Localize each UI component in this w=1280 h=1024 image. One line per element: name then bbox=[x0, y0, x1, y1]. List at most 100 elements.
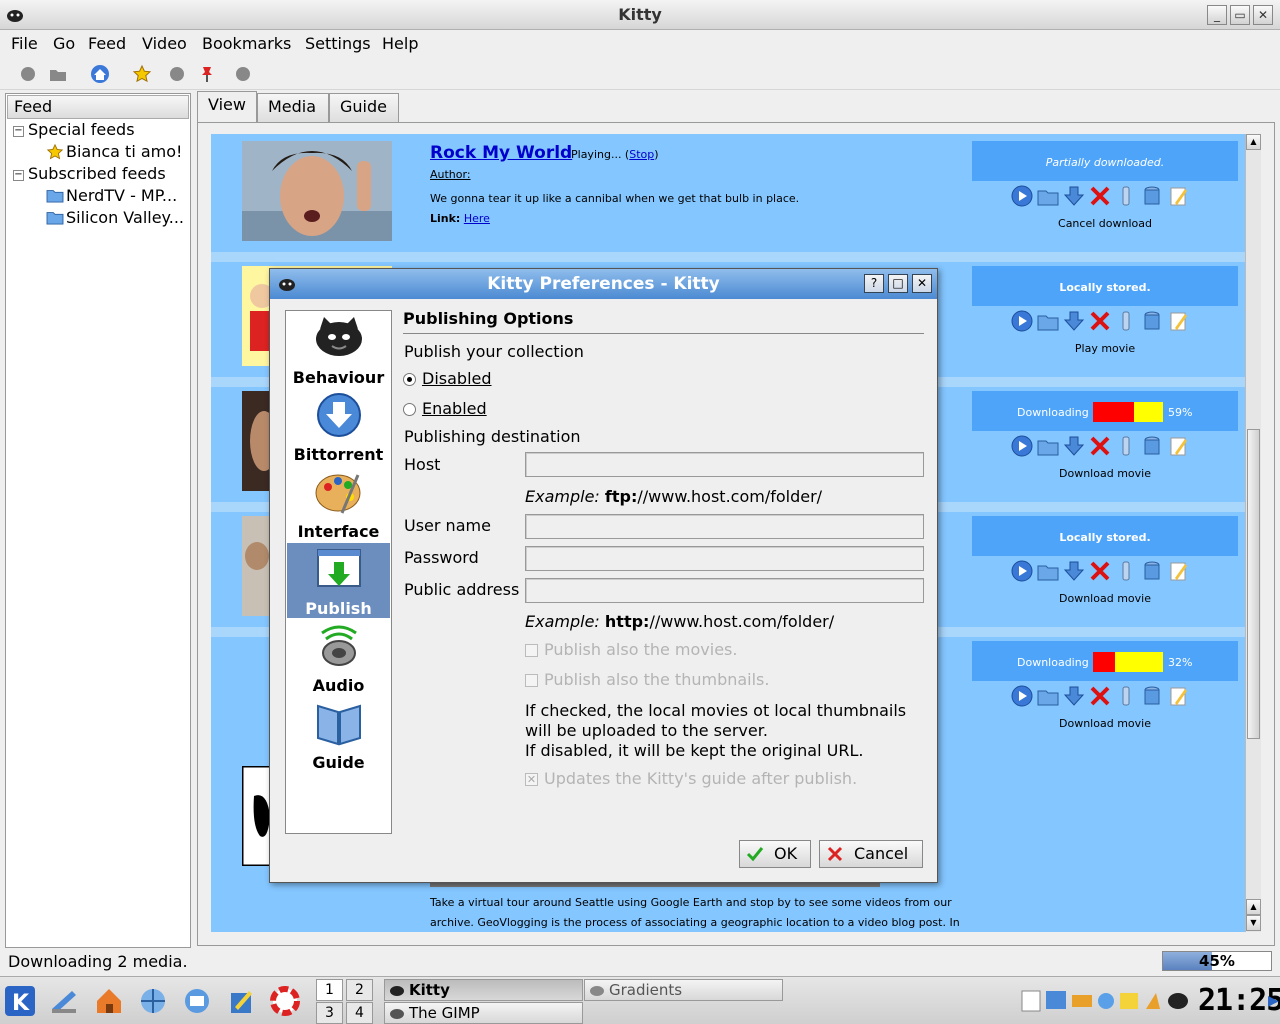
download-movie-label[interactable]: Download movie bbox=[972, 467, 1238, 480]
scroll-up-button[interactable]: ▲ bbox=[1246, 134, 1261, 150]
scroll-up-button[interactable]: ▲ bbox=[1246, 899, 1261, 915]
task-the-gimp[interactable]: The GIMP bbox=[384, 1002, 583, 1024]
open-folder-icon[interactable] bbox=[1037, 435, 1059, 457]
settings-icon[interactable] bbox=[233, 64, 253, 84]
desktop-pager-4[interactable]: 4 bbox=[346, 1002, 373, 1024]
menu-feed[interactable]: Feed bbox=[88, 34, 126, 53]
tree-bianca-ti-amo[interactable]: Bianca ti amo! bbox=[66, 142, 182, 161]
delete-icon[interactable] bbox=[1089, 560, 1111, 582]
edit-icon[interactable] bbox=[1167, 560, 1189, 582]
minimize-button[interactable]: _ bbox=[1207, 5, 1227, 25]
menu-help[interactable]: Help bbox=[382, 34, 418, 53]
maximize-button[interactable]: □ bbox=[888, 274, 908, 293]
password-input[interactable] bbox=[525, 546, 924, 571]
scroll-down-button[interactable]: ▼ bbox=[1246, 915, 1261, 931]
info-icon[interactable] bbox=[1115, 685, 1137, 707]
update-guide-label[interactable]: Updates the Kitty's guide after publish. bbox=[544, 769, 857, 788]
download-icon[interactable] bbox=[1063, 310, 1085, 332]
download-icon[interactable] bbox=[1063, 435, 1085, 457]
disabled-label[interactable]: Disabled bbox=[422, 369, 492, 388]
menu-file[interactable]: File bbox=[11, 34, 38, 53]
pin-icon[interactable] bbox=[197, 64, 217, 84]
task-kitty[interactable]: Kitty bbox=[384, 979, 583, 1001]
editor-icon[interactable] bbox=[225, 985, 257, 1017]
menu-video[interactable]: Video bbox=[142, 34, 187, 53]
play-icon[interactable] bbox=[1011, 310, 1033, 332]
database-icon[interactable] bbox=[1141, 560, 1163, 582]
ok-button[interactable]: OK bbox=[739, 840, 811, 868]
enabled-label[interactable]: Enabled bbox=[422, 399, 487, 418]
database-icon[interactable] bbox=[1141, 185, 1163, 207]
publish-thumbnails-label[interactable]: Publish also the thumbnails. bbox=[544, 670, 769, 689]
folder-icon[interactable] bbox=[48, 64, 68, 84]
open-folder-icon[interactable] bbox=[1037, 560, 1059, 582]
cancel-button[interactable]: Cancel bbox=[819, 840, 923, 868]
bookmark-star-icon[interactable] bbox=[132, 64, 152, 84]
collapse-icon[interactable]: − bbox=[13, 170, 24, 181]
tree-nerdtv[interactable]: NerdTV - MP... bbox=[66, 186, 177, 205]
collapse-icon[interactable]: − bbox=[13, 126, 24, 137]
delete-icon[interactable] bbox=[1089, 185, 1111, 207]
system-tray-icons[interactable] bbox=[1018, 987, 1194, 1015]
tab-view[interactable]: View bbox=[197, 91, 257, 123]
download-icon[interactable] bbox=[1063, 560, 1085, 582]
update-guide-checkbox[interactable]: ✕ bbox=[525, 773, 538, 786]
delete-icon[interactable] bbox=[1089, 435, 1111, 457]
close-button[interactable]: ✕ bbox=[912, 274, 932, 293]
public-address-input[interactable] bbox=[525, 578, 924, 603]
browser-icon[interactable] bbox=[137, 985, 169, 1017]
desktop-pager-1[interactable]: 1 bbox=[316, 979, 343, 1001]
help-button[interactable]: ? bbox=[864, 274, 884, 293]
host-input[interactable] bbox=[525, 452, 924, 477]
open-folder-icon[interactable] bbox=[1037, 185, 1059, 207]
tree-silicon-valley[interactable]: Silicon Valley... bbox=[66, 208, 184, 227]
play-icon[interactable] bbox=[1011, 685, 1033, 707]
maximize-button[interactable]: ▭ bbox=[1230, 5, 1250, 25]
disabled-radio[interactable] bbox=[403, 373, 416, 386]
task-gradients[interactable]: Gradients bbox=[584, 979, 783, 1001]
item-title-link[interactable]: Rock My World bbox=[430, 143, 572, 163]
info-icon[interactable] bbox=[1115, 560, 1137, 582]
dialog-titlebar[interactable]: Kitty Preferences - Kitty ? □ ✕ bbox=[270, 269, 937, 299]
category-interface[interactable]: Interface bbox=[287, 466, 390, 541]
database-icon[interactable] bbox=[1141, 685, 1163, 707]
edit-icon[interactable] bbox=[1167, 185, 1189, 207]
info-icon[interactable] bbox=[1115, 435, 1137, 457]
tab-guide[interactable]: Guide bbox=[329, 93, 399, 122]
record-icon[interactable] bbox=[18, 64, 38, 84]
publish-movies-checkbox[interactable] bbox=[525, 644, 538, 657]
database-icon[interactable] bbox=[1141, 310, 1163, 332]
category-behaviour[interactable]: Behaviour bbox=[287, 312, 390, 387]
edit-icon[interactable] bbox=[1167, 310, 1189, 332]
download-icon[interactable] bbox=[1063, 685, 1085, 707]
publish-movies-label[interactable]: Publish also the movies. bbox=[544, 640, 737, 659]
username-input[interactable] bbox=[525, 514, 924, 539]
menu-settings[interactable]: Settings bbox=[305, 34, 371, 53]
tree-subscribed-feeds[interactable]: Subscribed feeds bbox=[28, 164, 166, 183]
tab-media[interactable]: Media bbox=[257, 93, 329, 122]
feed-column-header[interactable]: Feed bbox=[7, 95, 189, 119]
here-link[interactable]: Here bbox=[464, 212, 490, 225]
database-icon[interactable] bbox=[1141, 435, 1163, 457]
play-icon[interactable] bbox=[1011, 435, 1033, 457]
window-titlebar[interactable]: Kitty _ ▭ ✕ bbox=[0, 0, 1280, 30]
download-movie-label[interactable]: Download movie bbox=[972, 717, 1238, 730]
play-movie-label[interactable]: Play movie bbox=[972, 342, 1238, 355]
download-movie-label[interactable]: Download movie bbox=[972, 592, 1238, 605]
category-publish[interactable]: Publish bbox=[287, 543, 390, 618]
scrollbar-thumb[interactable] bbox=[1247, 429, 1260, 739]
publish-thumbnails-checkbox[interactable] bbox=[525, 674, 538, 687]
mail-icon[interactable] bbox=[181, 985, 213, 1017]
video-thumbnail[interactable] bbox=[242, 141, 392, 241]
tray-arrow-icon[interactable]: ▶ bbox=[1268, 993, 1279, 1009]
vertical-scrollbar[interactable]: ▲ ▲ ▼ bbox=[1245, 134, 1261, 932]
tree-special-feeds[interactable]: Special feeds bbox=[28, 120, 135, 139]
category-audio[interactable]: Audio bbox=[287, 620, 390, 695]
enabled-radio[interactable] bbox=[403, 403, 416, 416]
stop-icon[interactable] bbox=[167, 64, 187, 84]
desktop-icon[interactable] bbox=[48, 985, 80, 1017]
home-folder-icon[interactable] bbox=[93, 985, 125, 1017]
delete-icon[interactable] bbox=[1089, 685, 1111, 707]
open-folder-icon[interactable] bbox=[1037, 685, 1059, 707]
cancel-download-label[interactable]: Cancel download bbox=[972, 217, 1238, 230]
